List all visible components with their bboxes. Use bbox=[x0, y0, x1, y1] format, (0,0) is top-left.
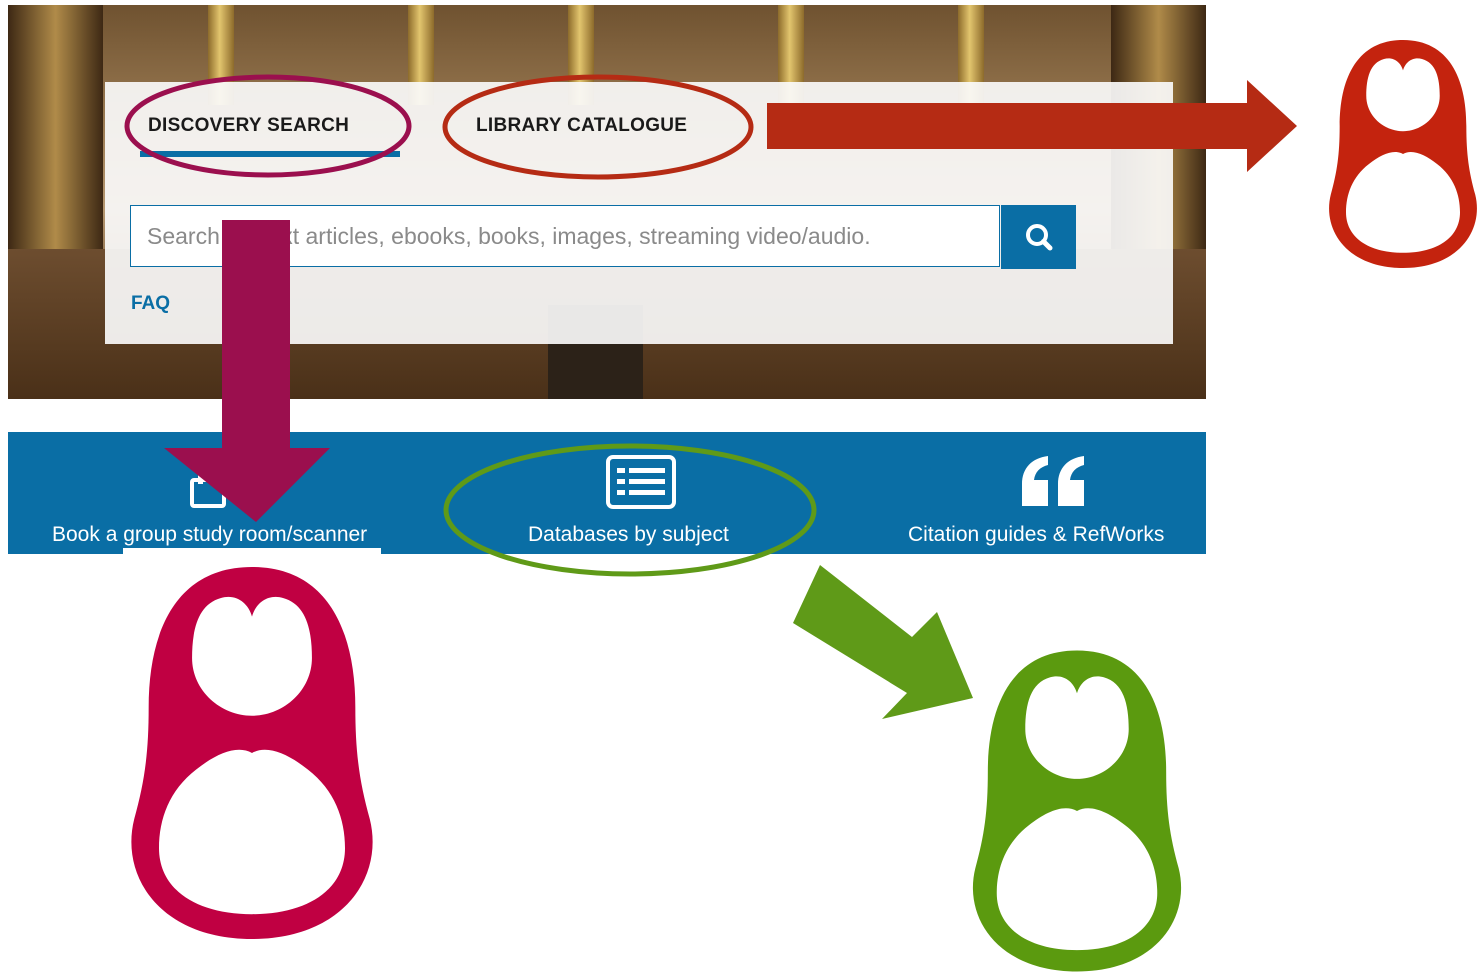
annotation-ellipse-catalogue bbox=[442, 74, 754, 180]
matryoshka-doll-icon bbox=[972, 650, 1182, 972]
search-button[interactable] bbox=[1001, 205, 1076, 269]
white-strip bbox=[123, 548, 381, 556]
annotation-ellipse-databases bbox=[443, 443, 817, 577]
arrow-down-icon bbox=[164, 220, 330, 522]
citation-guides-link[interactable]: Citation guides & RefWorks bbox=[908, 523, 1164, 547]
arrow-diagonal-icon bbox=[793, 565, 973, 719]
matryoshka-doll-icon bbox=[1329, 40, 1477, 268]
book-group-study-room-link[interactable]: Book a group study room/scanner bbox=[52, 523, 367, 547]
search-icon bbox=[1026, 224, 1053, 251]
matryoshka-doll-icon bbox=[131, 567, 373, 939]
annotation-ellipse-discovery bbox=[124, 74, 412, 178]
quote-icon bbox=[1022, 456, 1084, 506]
arrow-right-icon bbox=[767, 80, 1297, 172]
